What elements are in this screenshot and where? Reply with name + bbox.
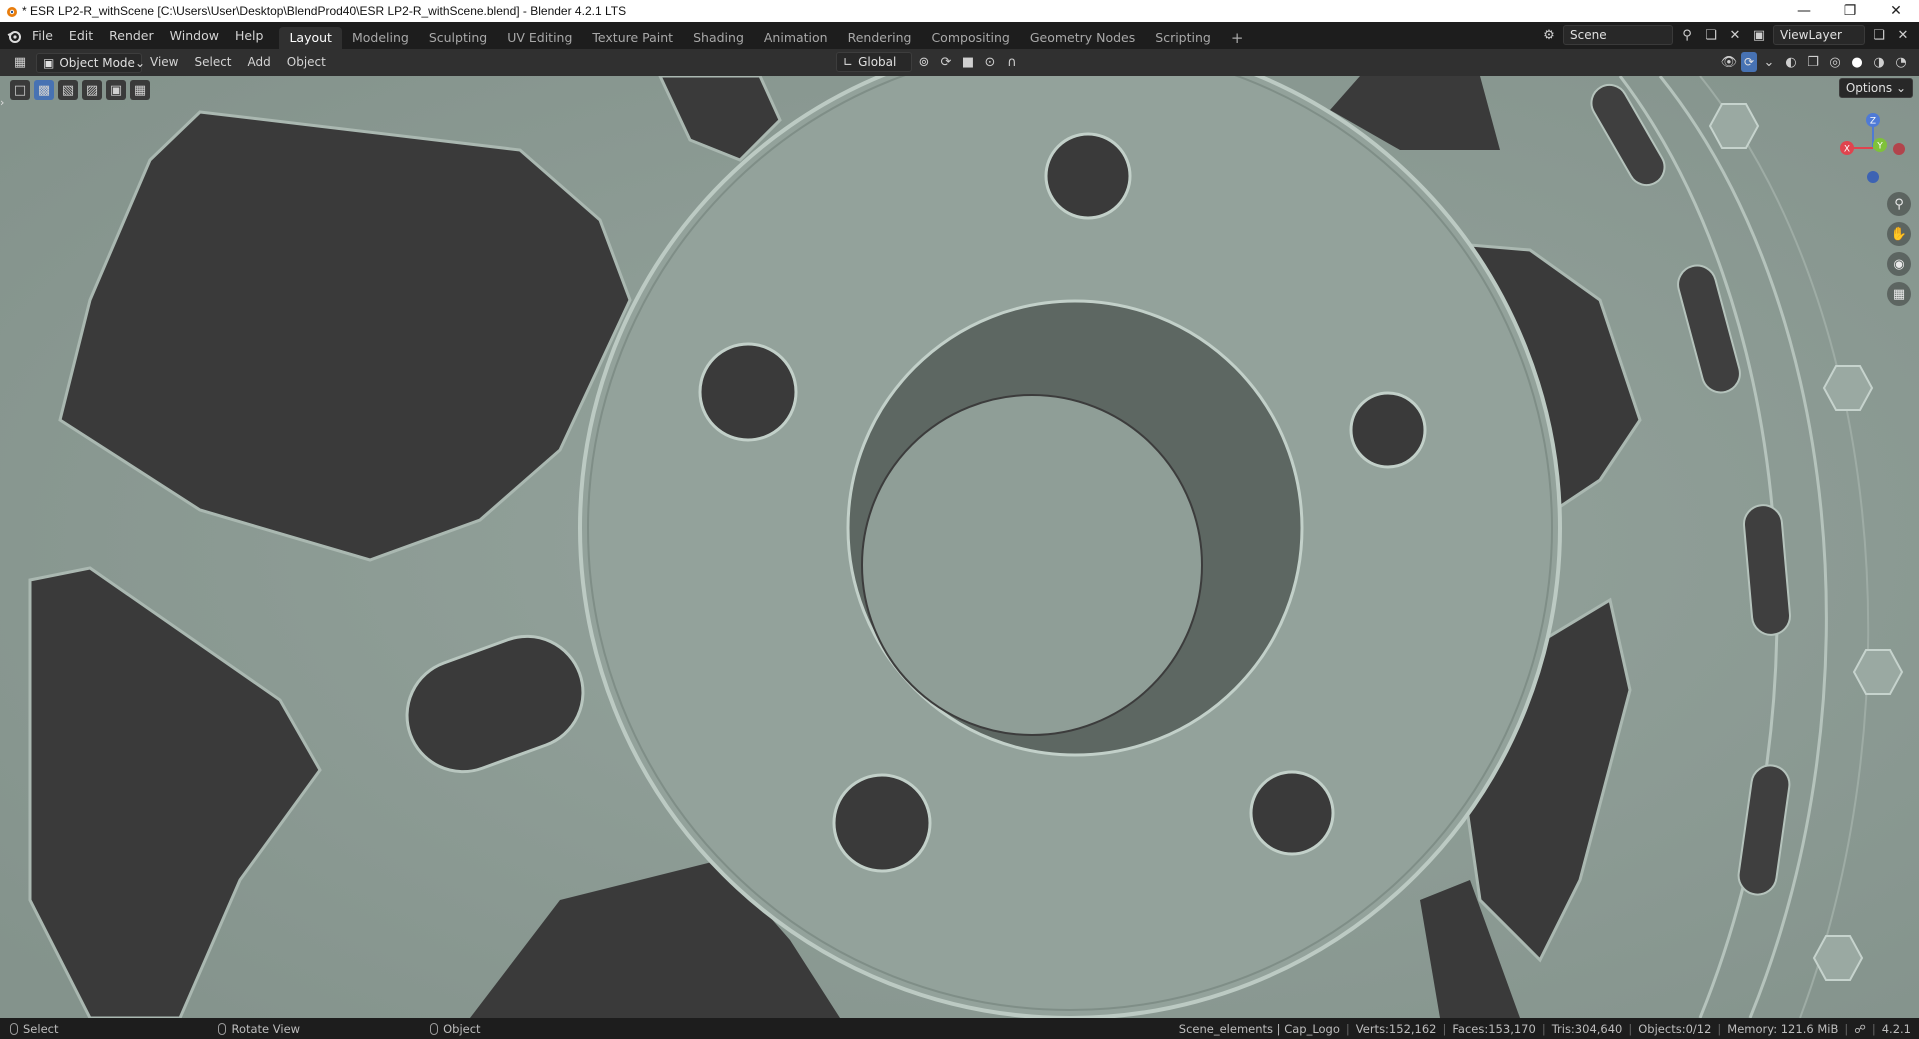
- editor-type-icon[interactable]: ▦: [10, 53, 30, 73]
- overlay-icon[interactable]: ◐: [1781, 52, 1801, 72]
- gizmo-toggle-icon[interactable]: ⟳: [1740, 52, 1757, 72]
- wheel-render: [0, 76, 1919, 1018]
- stat-objects: Objects:0/12: [1638, 1021, 1712, 1036]
- tab-uv-editing[interactable]: UV Editing: [497, 27, 582, 49]
- menu-select[interactable]: Select: [186, 49, 239, 76]
- snap-icon[interactable]: ⟳: [936, 52, 956, 72]
- menu-add[interactable]: Add: [240, 49, 279, 76]
- window-titlebar: * ESR LP2-R_withScene [C:\Users\User\Des…: [0, 0, 1919, 22]
- minimize-icon[interactable]: —: [1781, 0, 1827, 22]
- gizmo-x-label: X: [1844, 145, 1850, 155]
- status-bar: Select Rotate View Object Scene_elements…: [0, 1018, 1919, 1039]
- proportional-editing-icon[interactable]: ⊙: [980, 52, 1000, 72]
- select-extend-icon[interactable]: ▧: [58, 80, 78, 100]
- tab-compositing[interactable]: Compositing: [921, 27, 1019, 49]
- zoom-icon[interactable]: ⚲: [1887, 192, 1911, 216]
- navigation-gizmo[interactable]: Z X Y: [1829, 108, 1909, 198]
- blender-menu-icon[interactable]: [4, 26, 24, 46]
- tab-rendering[interactable]: Rendering: [838, 27, 922, 49]
- menu-help[interactable]: Help: [227, 22, 272, 49]
- view-layer-icon[interactable]: ▣: [1749, 25, 1769, 45]
- menu-edit[interactable]: Edit: [61, 22, 101, 49]
- status-hint-select: Select: [23, 1021, 59, 1036]
- tab-shading[interactable]: Shading: [683, 27, 754, 49]
- tab-scripting[interactable]: Scripting: [1145, 27, 1221, 49]
- transform-orientation-dropdown[interactable]: ∟ Global: [836, 52, 912, 72]
- select-invert-icon[interactable]: ▣: [106, 80, 126, 100]
- pan-hand-icon[interactable]: ✋: [1887, 222, 1911, 246]
- stat-version: 4.2.1: [1881, 1021, 1911, 1036]
- wireframe-shading-icon[interactable]: ◎: [1825, 52, 1845, 72]
- menu-window[interactable]: Window: [162, 22, 227, 49]
- close-icon[interactable]: ✕: [1873, 0, 1919, 22]
- gizmo-y-label: Y: [1876, 142, 1883, 152]
- restore-icon[interactable]: ❐: [1827, 0, 1873, 22]
- stat-memory: Memory: 121.6 MiB: [1727, 1021, 1839, 1036]
- mouse-left-icon: [10, 1022, 18, 1035]
- blender-topbar: File Edit Render Window Help Layout Mode…: [0, 22, 1919, 49]
- axis-icon: ∟: [843, 55, 854, 69]
- remove-view-layer-icon[interactable]: ✕: [1893, 25, 1913, 45]
- visibility-icon[interactable]: 👁: [1719, 52, 1739, 72]
- 3d-viewport[interactable]: □ ▩ ▧ ▨ ▣ ▦ Options ⌄ › Z X Y ⚲ ✋ ◉ ▦: [0, 76, 1919, 1018]
- mouse-middle-icon: [218, 1022, 227, 1035]
- tab-sculpting[interactable]: Sculpting: [419, 27, 497, 49]
- mode-dropdown[interactable]: ▣ Object Mode ⌄: [36, 52, 145, 73]
- select-box-tool-icon[interactable]: □: [10, 80, 30, 100]
- stat-collection: Scene_elements | Cap_Logo: [1178, 1021, 1340, 1036]
- pin-icon[interactable]: ⚲: [1677, 25, 1697, 45]
- view-layer-selector[interactable]: ViewLayer: [1773, 25, 1865, 45]
- rendered-shading-icon[interactable]: ◔: [1891, 52, 1911, 72]
- tab-modeling[interactable]: Modeling: [342, 27, 419, 49]
- tab-texture-paint[interactable]: Texture Paint: [582, 27, 683, 49]
- options-dropdown[interactable]: Options ⌄: [1838, 78, 1913, 98]
- scene-selector[interactable]: Scene: [1563, 25, 1673, 45]
- remove-scene-icon[interactable]: ✕: [1725, 25, 1745, 45]
- tab-animation[interactable]: Animation: [754, 27, 838, 49]
- add-workspace-icon[interactable]: +: [1221, 27, 1254, 49]
- tab-layout[interactable]: Layout: [279, 27, 342, 49]
- scene-icon[interactable]: ⚙: [1539, 25, 1559, 45]
- mouse-right-icon: [430, 1022, 439, 1035]
- select-intersect-icon[interactable]: ▦: [130, 80, 150, 100]
- xray-icon[interactable]: ❐: [1803, 52, 1823, 72]
- viewport-header: ▦ ▣ Object Mode ⌄ View Select Add Object ∟…: [0, 49, 1919, 76]
- tab-geometry-nodes[interactable]: Geometry Nodes: [1020, 27, 1145, 49]
- select-new-icon[interactable]: ▩: [34, 80, 54, 100]
- window-title: * ESR LP2-R_withScene [C:\Users\User\Des…: [22, 4, 627, 18]
- toolbar-expand-icon[interactable]: ›: [0, 96, 8, 116]
- chevron-down-icon[interactable]: ⌄: [1759, 52, 1779, 72]
- gizmo-z-label: Z: [1870, 117, 1876, 127]
- stat-tris: Tris:304,640: [1551, 1021, 1623, 1036]
- network-icon: ☍: [1854, 1021, 1866, 1036]
- menu-render[interactable]: Render: [101, 22, 162, 49]
- perspective-grid-icon[interactable]: ▦: [1887, 282, 1911, 306]
- select-subtract-icon[interactable]: ▨: [82, 80, 102, 100]
- camera-view-icon[interactable]: ◉: [1887, 252, 1911, 276]
- status-hint-object: Object: [443, 1021, 481, 1036]
- stat-verts: Verts:152,162: [1355, 1021, 1437, 1036]
- menu-view[interactable]: View: [142, 49, 186, 76]
- menu-file[interactable]: File: [24, 22, 61, 49]
- selection-mode-toggles: □ ▩ ▧ ▨ ▣ ▦: [10, 80, 150, 100]
- material-shading-icon[interactable]: ◑: [1869, 52, 1889, 72]
- object-mode-icon: ▣: [43, 55, 55, 70]
- blender-logo-icon: [0, 0, 22, 22]
- scene-statistics: Scene_elements | Cap_Logo | Verts:152,162…: [1178, 1021, 1911, 1036]
- viewport-nav-tools: ⚲ ✋ ◉ ▦: [1887, 192, 1911, 306]
- stat-faces: Faces:153,170: [1452, 1021, 1536, 1036]
- menu-object[interactable]: Object: [279, 49, 334, 76]
- solid-shading-icon[interactable]: ●: [1847, 52, 1867, 72]
- falloff-icon[interactable]: ∩: [1002, 52, 1022, 72]
- snap-target-icon[interactable]: ■: [958, 52, 978, 72]
- new-scene-icon[interactable]: ❏: [1701, 25, 1721, 45]
- pivot-point-icon[interactable]: ⊚: [914, 52, 934, 72]
- status-hint-rotate: Rotate View: [231, 1021, 301, 1036]
- new-view-layer-icon[interactable]: ❏: [1869, 25, 1889, 45]
